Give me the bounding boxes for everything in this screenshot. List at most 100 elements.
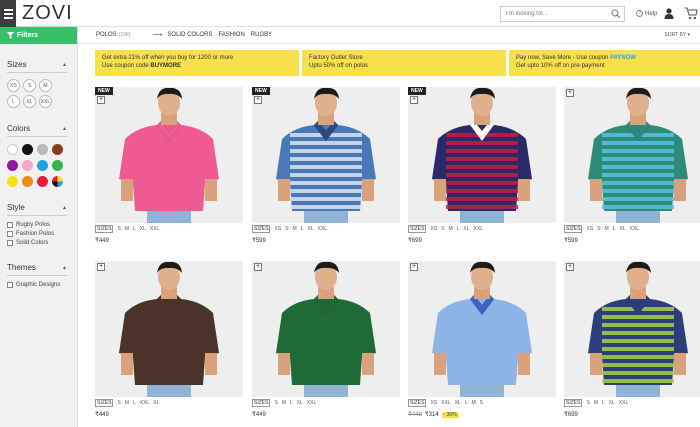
color-swatch[interactable] — [52, 176, 63, 187]
size-option[interactable]: XXL — [441, 400, 450, 406]
size-option[interactable]: L — [465, 400, 468, 406]
plus-icon[interactable]: + — [566, 263, 574, 271]
size-option[interactable]: L — [133, 400, 136, 406]
plus-icon[interactable]: + — [254, 263, 262, 271]
sizes-header[interactable]: Sizes ▲ — [7, 60, 67, 73]
size-chip[interactable]: XL — [23, 95, 36, 108]
size-option[interactable]: S — [586, 400, 589, 406]
size-option[interactable]: L — [613, 226, 616, 232]
plus-icon[interactable]: + — [410, 96, 418, 104]
size-option[interactable]: L — [602, 400, 605, 406]
size-option[interactable]: L — [301, 226, 304, 232]
product-image[interactable]: + — [408, 261, 556, 397]
size-option[interactable]: M — [125, 400, 129, 406]
category-label[interactable]: POLOS — [96, 32, 117, 38]
size-option[interactable]: S — [285, 226, 288, 232]
color-swatch[interactable] — [22, 160, 33, 171]
plus-icon[interactable]: + — [97, 96, 105, 104]
size-option[interactable]: S — [597, 226, 600, 232]
product-image[interactable]: + — [95, 261, 243, 397]
size-option[interactable]: L — [290, 400, 293, 406]
logo[interactable]: ZOVI — [22, 2, 73, 25]
style-header[interactable]: Style ▲ — [7, 203, 67, 216]
size-option[interactable]: XL — [140, 226, 146, 232]
size-option[interactable]: XXL — [150, 226, 159, 232]
subcat-fashion[interactable]: FASHION — [218, 32, 244, 38]
size-option[interactable]: M — [125, 226, 129, 232]
size-option[interactable]: XXL — [307, 400, 316, 406]
size-chip[interactable]: XXL — [39, 95, 52, 108]
subcat-solid-colors[interactable]: SOLID COLORS — [167, 32, 212, 38]
color-swatch[interactable] — [37, 160, 48, 171]
size-option[interactable]: XXL — [140, 400, 149, 406]
color-swatch[interactable] — [22, 144, 33, 155]
size-option[interactable]: S — [117, 226, 120, 232]
size-chip[interactable]: S — [23, 79, 36, 92]
size-option[interactable]: XS — [430, 226, 437, 232]
product-image[interactable]: NEW + — [408, 87, 556, 223]
subcat-rugby[interactable]: RUGBY — [251, 32, 272, 38]
size-chip[interactable]: M — [39, 79, 52, 92]
plus-icon[interactable]: + — [410, 263, 418, 271]
color-swatch[interactable] — [7, 176, 18, 187]
color-swatch[interactable] — [37, 176, 48, 187]
size-option[interactable]: M — [594, 400, 598, 406]
size-option[interactable]: XL — [153, 400, 159, 406]
cart-icon[interactable] — [684, 7, 698, 20]
promo-paynow[interactable]: Pay now, Save More - Use coupon PAYNOW G… — [509, 50, 700, 76]
color-swatch[interactable] — [7, 144, 18, 155]
size-chip[interactable]: L — [7, 95, 20, 108]
themes-header[interactable]: Themes ▲ — [7, 263, 67, 276]
size-option[interactable]: M — [292, 226, 296, 232]
color-swatch[interactable] — [37, 144, 48, 155]
filter-checkbox[interactable]: Solid Colors — [7, 238, 70, 247]
size-option[interactable]: XS — [430, 400, 437, 406]
menu-icon[interactable] — [0, 0, 16, 27]
promo-factory-outlet[interactable]: Factory Outlet Store Upto 50% off on pol… — [302, 50, 506, 76]
plus-icon[interactable]: + — [97, 263, 105, 271]
size-option[interactable]: XL — [463, 226, 469, 232]
filter-checkbox[interactable]: Rugby Polos — [7, 220, 70, 229]
size-option[interactable]: XXL — [630, 226, 639, 232]
colors-header[interactable]: Colors ▲ — [7, 124, 67, 137]
help-link[interactable]: ? Help — [636, 10, 657, 17]
size-option[interactable]: S — [441, 226, 444, 232]
size-option[interactable]: XL — [307, 226, 313, 232]
size-option[interactable]: S — [117, 400, 120, 406]
size-option[interactable]: XXL — [619, 400, 628, 406]
size-option[interactable]: M — [282, 400, 286, 406]
size-option[interactable]: XXL — [318, 226, 327, 232]
size-option[interactable]: L — [457, 226, 460, 232]
filters-button[interactable]: Filters — [0, 27, 77, 44]
color-swatch[interactable] — [52, 144, 63, 155]
size-option[interactable]: S — [480, 400, 483, 406]
size-option[interactable]: L — [133, 226, 136, 232]
color-swatch[interactable] — [52, 160, 63, 171]
user-icon[interactable] — [664, 8, 674, 19]
size-option[interactable]: XS — [586, 226, 593, 232]
filter-checkbox[interactable]: Fashion Polos — [7, 229, 70, 238]
product-image[interactable]: NEW + — [95, 87, 243, 223]
size-option[interactable]: S — [274, 400, 277, 406]
plus-icon[interactable]: + — [254, 96, 262, 104]
size-option[interactable]: XXL — [474, 226, 483, 232]
product-image[interactable]: + — [564, 261, 700, 397]
size-option[interactable]: XL — [455, 400, 461, 406]
filter-checkbox[interactable]: Graphic Designs — [7, 280, 70, 289]
promo-buymore[interactable]: Get extra 21% off when you buy for 1200 … — [95, 50, 299, 76]
color-swatch[interactable] — [7, 160, 18, 171]
color-swatch[interactable] — [22, 176, 33, 187]
size-option[interactable]: XL — [609, 400, 615, 406]
search-input[interactable] — [501, 7, 609, 21]
search-icon[interactable] — [611, 9, 621, 19]
size-option[interactable]: XS — [274, 226, 281, 232]
size-option[interactable]: M — [448, 226, 452, 232]
size-option[interactable]: M — [604, 226, 608, 232]
sort-by-dropdown[interactable]: SORT BY ▾ — [664, 32, 690, 38]
size-option[interactable]: XL — [619, 226, 625, 232]
product-image[interactable]: + — [252, 261, 400, 397]
product-image[interactable]: + — [564, 87, 700, 223]
size-option[interactable]: XL — [297, 400, 303, 406]
size-option[interactable]: M — [471, 400, 475, 406]
product-image[interactable]: NEW + — [252, 87, 400, 223]
